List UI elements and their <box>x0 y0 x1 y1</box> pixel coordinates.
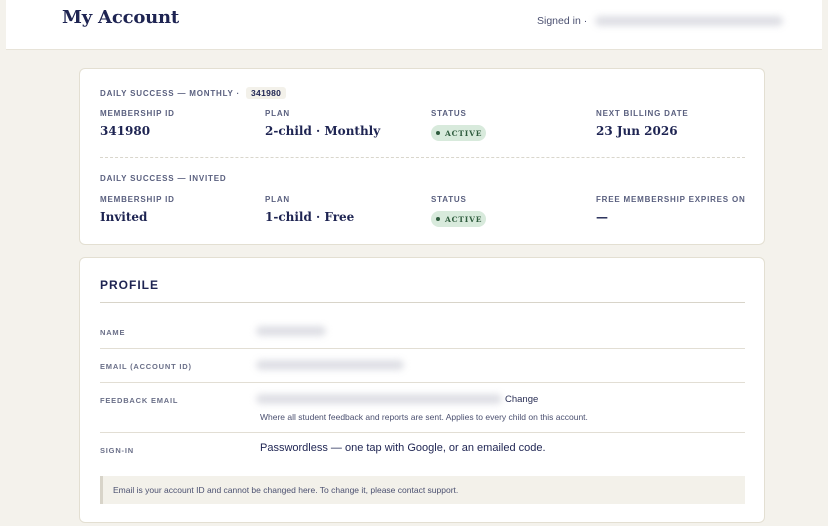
membership-heading-text: DAILY SUCCESS — MONTHLY · <box>100 88 241 98</box>
email-label: EMAIL (ACCOUNT ID) <box>100 362 192 371</box>
name-label: NAME <box>100 328 126 337</box>
membership-heading-text: DAILY SUCCESS — INVITED <box>100 174 227 183</box>
feedback-email-hint: Where all student feedback and reports a… <box>260 412 588 422</box>
membership-heading: DAILY SUCCESS — MONTHLY · 341980 <box>100 87 287 99</box>
status-label: STATUS <box>431 195 467 204</box>
membership-id-value: 341980 <box>100 124 151 138</box>
plan-label: PLAN <box>265 195 290 204</box>
signed-in-info: Signed in · <box>537 15 784 27</box>
next-billing-value: 23 Jun 2026 <box>596 124 678 138</box>
redacted-email <box>256 360 404 370</box>
row-divider <box>100 348 745 349</box>
profile-title-divider <box>100 302 745 303</box>
signin-label: SIGN-IN <box>100 446 134 455</box>
account-id-note: Email is your account ID and cannot be c… <box>100 476 745 504</box>
next-billing-label: NEXT BILLING DATE <box>596 109 689 118</box>
status-dot-icon <box>436 131 440 135</box>
feedback-email-label: FEEDBACK EMAIL <box>100 396 179 405</box>
redacted-feedback-email <box>256 394 502 404</box>
status-dot-icon <box>436 217 440 221</box>
status-badge-text: ACTIVE <box>445 214 483 224</box>
status-badge: ACTIVE <box>431 125 486 141</box>
membership-divider <box>100 157 745 158</box>
plan-label: PLAN <box>265 109 290 118</box>
membership-id-label: MEMBERSHIP ID <box>100 195 175 204</box>
row-divider <box>100 432 745 433</box>
expires-label: FREE MEMBERSHIP EXPIRES ON <box>596 195 746 204</box>
membership-card: DAILY SUCCESS — MONTHLY · 341980 MEMBERS… <box>79 68 765 245</box>
status-badge-text: ACTIVE <box>445 128 483 138</box>
status-label: STATUS <box>431 109 467 118</box>
profile-card: PROFILE NAME EMAIL (ACCOUNT ID) FEEDBACK… <box>79 257 765 523</box>
top-bar: My Account Signed in · <box>6 0 822 50</box>
profile-title: PROFILE <box>100 278 160 292</box>
status-badge: ACTIVE <box>431 211 486 227</box>
change-feedback-email-link[interactable]: Change <box>505 394 538 405</box>
plan-value: 2-child · Monthly <box>265 124 381 138</box>
plan-value: 1-child · Free <box>265 210 355 224</box>
redacted-account-email <box>595 16 784 26</box>
membership-heading: DAILY SUCCESS — INVITED <box>100 174 226 183</box>
signed-in-label: Signed in · <box>537 15 588 27</box>
row-divider <box>100 382 745 383</box>
membership-id-value: Invited <box>100 210 148 224</box>
signin-value: Passwordless — one tap with Google, or a… <box>260 442 546 454</box>
redacted-name <box>256 326 326 336</box>
membership-id-label: MEMBERSHIP ID <box>100 109 175 118</box>
page-title: My Account <box>62 7 180 28</box>
expires-value: — <box>596 210 608 224</box>
membership-id-chip: 341980 <box>246 87 287 99</box>
